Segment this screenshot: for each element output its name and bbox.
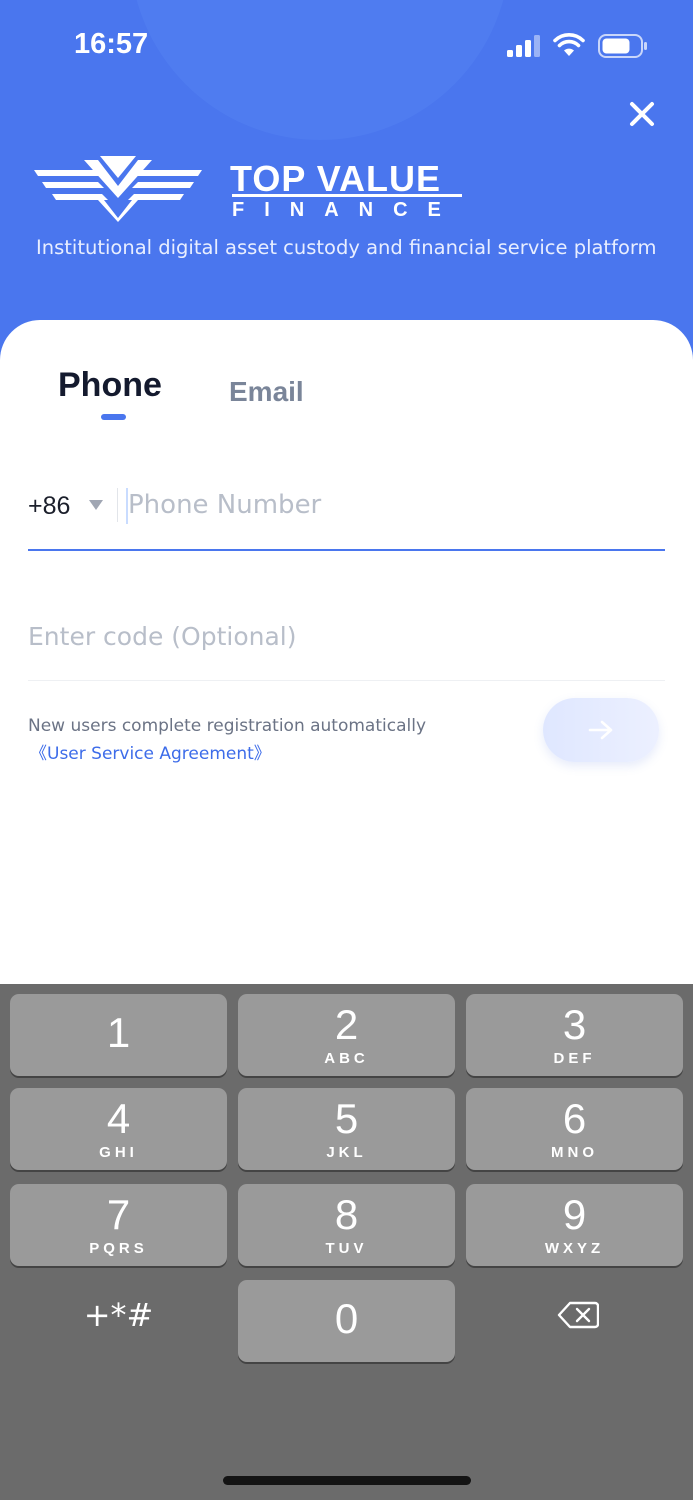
wifi-icon (553, 33, 585, 56)
registration-note: New users complete registration automati… (28, 716, 427, 736)
close-icon[interactable] (624, 96, 660, 132)
key-digit: 7 (106, 1191, 131, 1238)
key-8[interactable]: 8 TUV (238, 1184, 455, 1266)
status-time: 16:57 (74, 28, 149, 60)
tab-email[interactable]: Email (229, 376, 304, 408)
key-9[interactable]: 9 WXYZ (466, 1184, 683, 1266)
key-0[interactable]: 0 (238, 1280, 455, 1362)
user-agreement-link[interactable]: 《User Service Agreement》 (30, 739, 271, 764)
key-letters: GHI (99, 1144, 138, 1161)
key-digit: 1 (106, 1009, 131, 1056)
tab-phone[interactable]: Phone (58, 366, 162, 405)
submit-button[interactable] (543, 698, 659, 762)
key-2[interactable]: 2 ABC (238, 994, 455, 1076)
status-bar: 16:57 (0, 0, 693, 92)
key-letters: DEF (553, 1050, 596, 1067)
phone-number-input[interactable] (128, 482, 588, 528)
active-tab-indicator (101, 414, 126, 420)
key-symbols[interactable]: +*# (10, 1280, 227, 1362)
phone-field-underline (28, 549, 665, 551)
key-digit: 9 (562, 1191, 587, 1238)
backspace-icon (557, 1301, 599, 1329)
key-digit: 5 (334, 1095, 359, 1142)
caret-down-icon[interactable] (89, 500, 103, 510)
key-letters: MNO (551, 1144, 598, 1161)
arrow-right-icon (588, 720, 613, 740)
key-4[interactable]: 4 GHI (10, 1088, 227, 1170)
cellular-signal-icon (507, 35, 540, 57)
key-letters: JKL (326, 1144, 367, 1161)
logo-name-line2: FINANCE (232, 199, 461, 221)
key-letters: PQRS (89, 1240, 148, 1257)
field-divider (117, 488, 118, 522)
key-1[interactable]: 1 (10, 994, 227, 1076)
key-7[interactable]: 7 PQRS (10, 1184, 227, 1266)
numeric-keypad: 1 2 ABC 3 DEF 4 GHI 5 JKL 6 MNO 7 PQRS 8… (0, 984, 693, 1500)
key-5[interactable]: 5 JKL (238, 1088, 455, 1170)
code-field-underline (28, 680, 665, 681)
login-card: Phone Email +86 New users complete regis… (0, 320, 693, 984)
key-digit: 0 (334, 1295, 359, 1342)
key-digit: 2 (334, 1001, 359, 1048)
key-letters: ABC (324, 1050, 369, 1067)
key-digit: 6 (562, 1095, 587, 1142)
key-delete[interactable] (466, 1280, 683, 1362)
home-indicator (223, 1476, 471, 1485)
battery-icon (598, 34, 647, 58)
logo-mark-icon (34, 156, 202, 222)
invite-code-input[interactable] (28, 612, 628, 660)
key-digit: 3 (562, 1001, 587, 1048)
tagline: Institutional digital asset custody and … (36, 236, 657, 259)
logo-divider (232, 194, 462, 197)
key-digit: 8 (334, 1191, 359, 1238)
key-digit: 4 (106, 1095, 131, 1142)
key-letters: TUV (325, 1240, 368, 1257)
key-3[interactable]: 3 DEF (466, 994, 683, 1076)
key-letters: WXYZ (544, 1240, 605, 1257)
country-code-selector[interactable]: +86 (28, 492, 70, 521)
key-6[interactable]: 6 MNO (466, 1088, 683, 1170)
